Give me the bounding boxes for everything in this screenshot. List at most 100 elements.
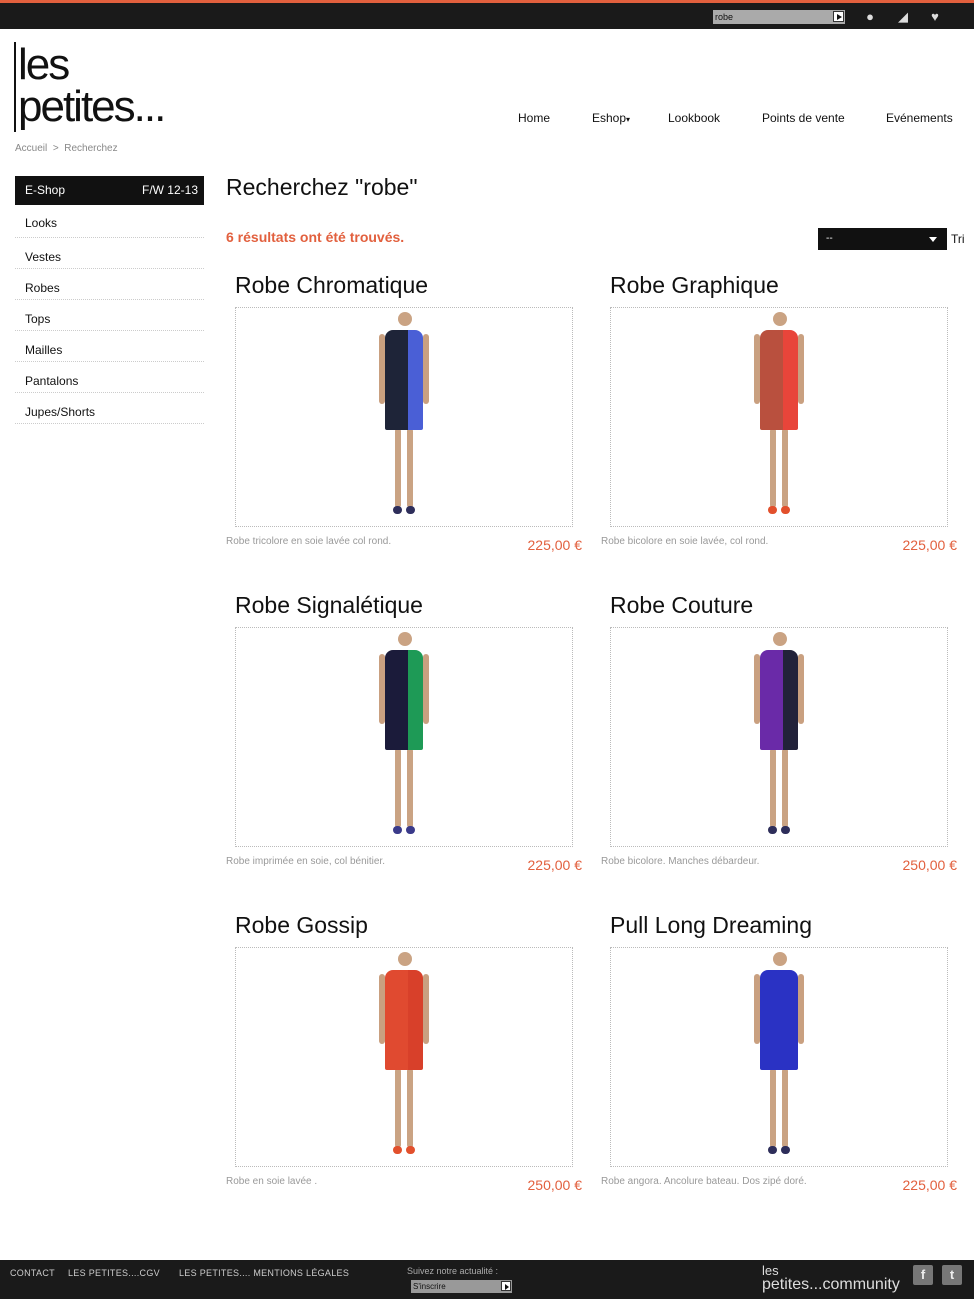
product-price: 225,00 € (902, 537, 958, 553)
product-card[interactable]: Robe Signalétique Robe imprimée en soie, … (226, 592, 582, 892)
sort-select[interactable]: -- (818, 228, 947, 250)
sidebar-item-looks[interactable]: Looks (15, 208, 204, 238)
model-head (398, 952, 412, 966)
model-leg (395, 428, 401, 508)
product-title[interactable]: Robe Chromatique (235, 272, 428, 299)
search-input-value: robe (715, 12, 734, 22)
twitter-icon[interactable]: t (942, 1265, 962, 1285)
product-model-figure (734, 948, 824, 1168)
nav-home[interactable]: Home (518, 111, 550, 125)
facebook-icon[interactable]: f (913, 1265, 933, 1285)
product-model-figure (359, 308, 449, 528)
sidebar-item-pantalons[interactable]: Pantalons (15, 362, 204, 393)
footer-link-contact[interactable]: CONTACT (10, 1268, 55, 1278)
model-arm (423, 654, 429, 724)
product-description: Robe bicolore en soie lavée, col rond. (601, 536, 769, 547)
model-arm (798, 654, 804, 724)
model-shoe (393, 1146, 402, 1154)
model-leg (395, 1068, 401, 1148)
product-image[interactable] (235, 627, 573, 847)
model-leg (407, 748, 413, 828)
product-image[interactable] (235, 307, 573, 527)
community-logo[interactable]: les petites...community (762, 1264, 900, 1293)
product-card[interactable]: Pull Long Dreaming Robe angora. Ancolure … (601, 912, 957, 1212)
model-dress (385, 330, 423, 430)
newsletter-input-value: S'inscrire (413, 1282, 446, 1291)
sidebar-title: E-Shop (25, 183, 66, 197)
product-description: Robe bicolore. Manches débardeur. (601, 856, 760, 867)
product-title[interactable]: Robe Gossip (235, 912, 368, 939)
model-head (773, 632, 787, 646)
model-dress (760, 970, 798, 1070)
product-title[interactable]: Robe Signalétique (235, 592, 423, 619)
sidebar-item-tops[interactable]: Tops (15, 300, 204, 331)
breadcrumb-home[interactable]: Accueil (15, 143, 47, 154)
product-title[interactable]: Pull Long Dreaming (610, 912, 812, 939)
model-leg (770, 1068, 776, 1148)
site-logo[interactable]: les petites... (14, 40, 214, 135)
chevron-down-icon (929, 237, 937, 242)
newsletter-input[interactable]: S'inscrire (411, 1280, 512, 1293)
model-shoe (393, 506, 402, 514)
sidebar-header[interactable]: E-Shop F/W 12-13 (15, 176, 204, 205)
search-input[interactable]: robe (713, 10, 845, 24)
page-title: Recherchez "robe" (226, 174, 418, 200)
product-price: 225,00 € (527, 537, 583, 553)
model-arm (423, 974, 429, 1044)
sort-label: Tri (951, 232, 965, 246)
product-card[interactable]: Robe Couture Robe bicolore. Manches débar… (601, 592, 957, 892)
heart-icon[interactable]: ♥ (927, 9, 943, 25)
user-icon[interactable]: ● (862, 9, 878, 25)
model-leg (407, 428, 413, 508)
product-model-figure (734, 628, 824, 848)
model-shoe (768, 506, 777, 514)
product-image[interactable] (610, 307, 948, 527)
product-price: 225,00 € (902, 1177, 958, 1193)
nav-evenements[interactable]: Evénements (886, 111, 953, 125)
model-dress (760, 330, 798, 430)
product-image[interactable] (610, 947, 948, 1167)
nav-lookbook[interactable]: Lookbook (668, 111, 720, 125)
product-model-figure (734, 308, 824, 528)
model-head (773, 952, 787, 966)
product-card[interactable]: Robe Chromatique Robe tricolore en soie l… (226, 272, 582, 572)
product-description: Robe angora. Ancolure bateau. Dos zipé d… (601, 1176, 807, 1187)
model-arm (798, 974, 804, 1044)
sidebar-item-mailles[interactable]: Mailles (15, 331, 204, 362)
product-image[interactable] (235, 947, 573, 1167)
sidebar-item-robes[interactable]: Robes (15, 269, 204, 300)
footer: CONTACT LES PETITES....CGV LES PETITES..… (0, 1260, 974, 1299)
result-count: 6 résultats ont été trouvés. (226, 229, 405, 245)
model-shoe (406, 1146, 415, 1154)
product-image[interactable] (610, 627, 948, 847)
model-leg (770, 748, 776, 828)
logo-bar (14, 42, 16, 132)
product-card[interactable]: Robe Graphique Robe bicolore en soie lavé… (601, 272, 957, 572)
footer-link-cgv[interactable]: LES PETITES....CGV (68, 1268, 160, 1278)
model-head (398, 312, 412, 326)
top-bar: robe ● ◢ ♥ (0, 0, 974, 29)
nav-eshop-label: Eshop (592, 111, 627, 125)
sidebar-item-jupes-shorts[interactable]: Jupes/Shorts (15, 393, 204, 424)
sidebar-season: F/W 12-13 (141, 183, 198, 197)
product-title[interactable]: Robe Graphique (610, 272, 779, 299)
search-submit-button[interactable] (833, 11, 844, 22)
basket-icon[interactable]: ◢ (895, 9, 911, 25)
model-leg (407, 1068, 413, 1148)
category-sidebar: E-Shop F/W 12-13 Looks Vestes Robes Tops… (15, 176, 204, 424)
product-price: 250,00 € (902, 857, 958, 873)
nav-points-de-vente[interactable]: Points de vente (762, 111, 845, 125)
sort-select-value: -- (826, 233, 833, 244)
model-leg (782, 1068, 788, 1148)
model-shoe (781, 1146, 790, 1154)
model-arm (798, 334, 804, 404)
sidebar-item-vestes[interactable]: Vestes (15, 238, 204, 269)
newsletter-submit-button[interactable] (501, 1281, 511, 1291)
product-title[interactable]: Robe Couture (610, 592, 753, 619)
product-price: 225,00 € (527, 857, 583, 873)
nav-eshop[interactable]: Eshop▾ (592, 111, 630, 125)
model-shoe (768, 826, 777, 834)
product-card[interactable]: Robe Gossip Robe en soie lavée . 250,00 € (226, 912, 582, 1212)
footer-link-mentions[interactable]: LES PETITES.... MENTIONS LÉGALES (179, 1268, 349, 1278)
model-dress (385, 650, 423, 750)
